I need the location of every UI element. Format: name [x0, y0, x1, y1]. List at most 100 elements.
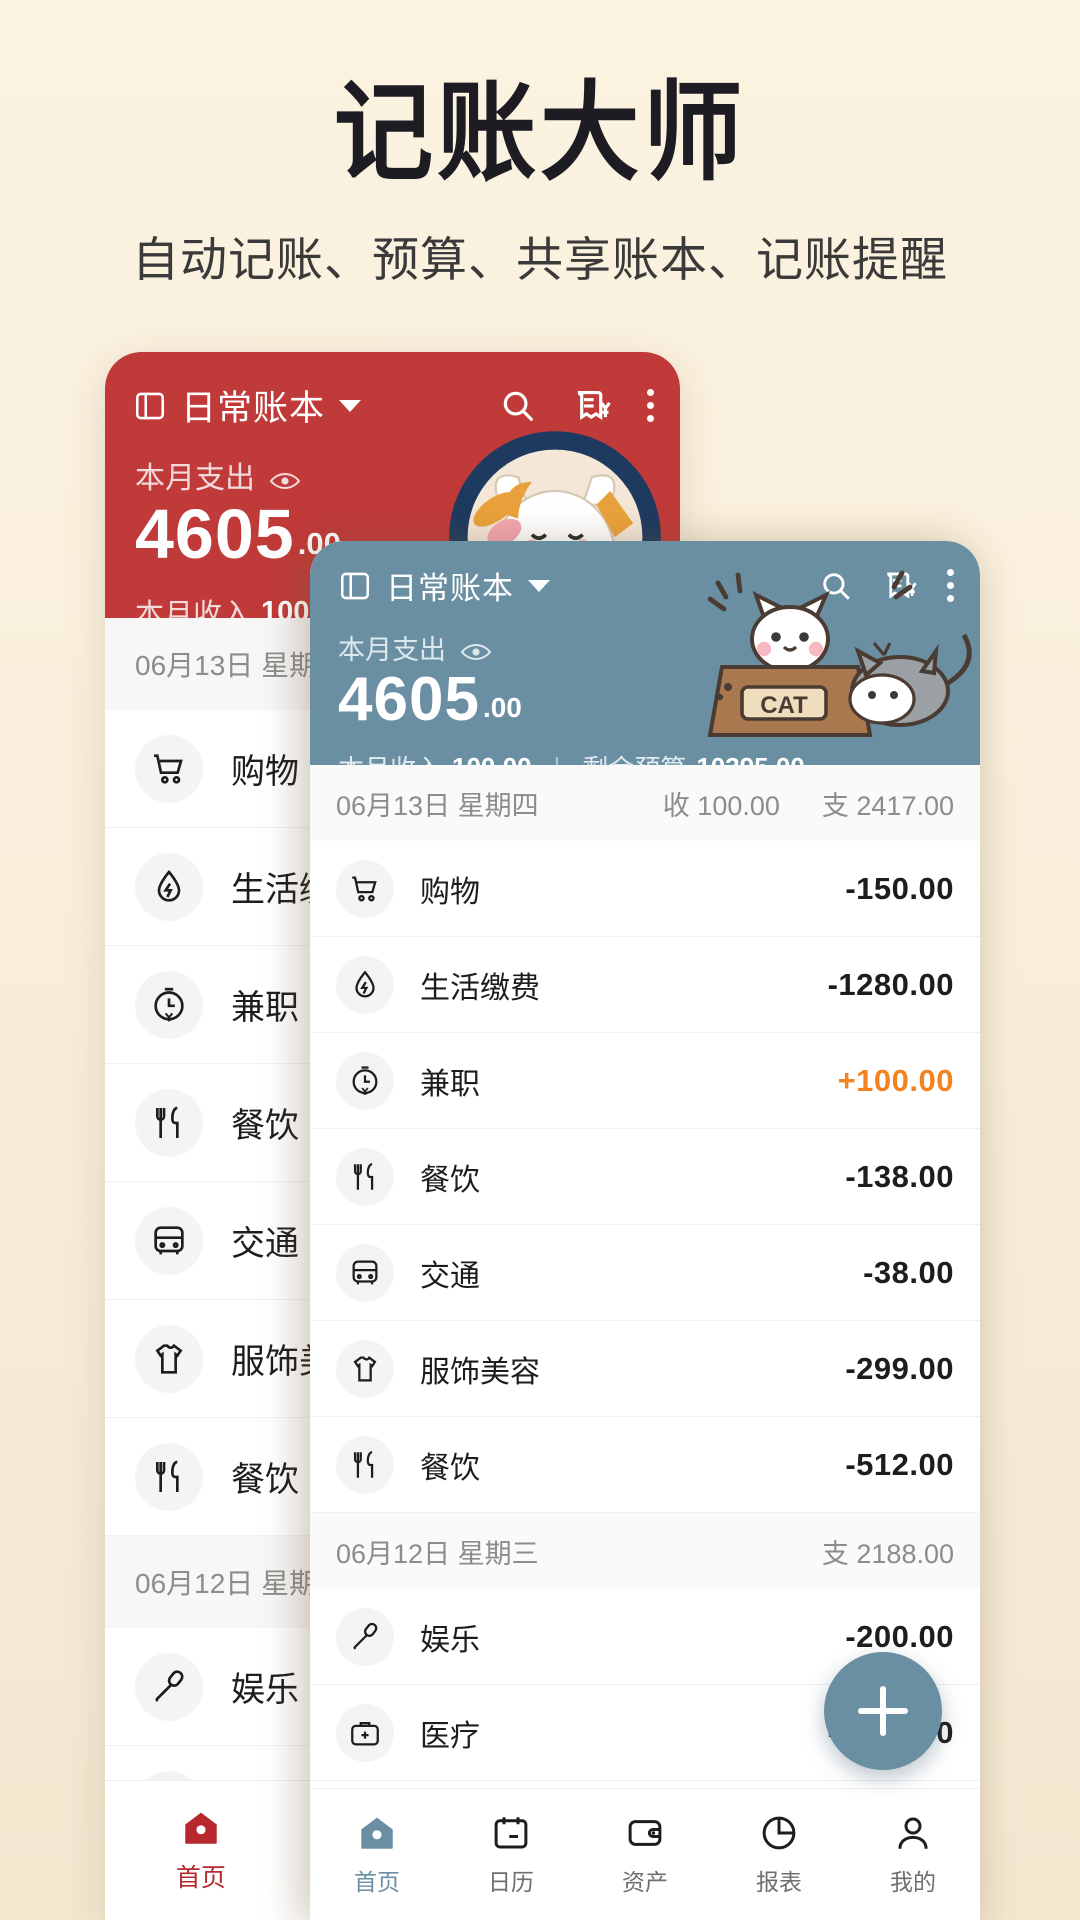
category-name: 餐饮 [231, 1452, 299, 1501]
category-name: 医疗 [420, 1711, 480, 1755]
category-name: 交通 [231, 1216, 299, 1265]
category-name: 餐饮 [420, 1443, 480, 1487]
day-summary: 收 100.00 支 2417.00 [663, 784, 954, 823]
nav-label: 首页 [354, 1863, 400, 1897]
book-icon[interactable] [338, 569, 372, 603]
eye-icon[interactable] [460, 638, 492, 658]
day-expense-total: 支 2417.00 [822, 784, 954, 823]
nav-item-assets[interactable]: 资产 [578, 1812, 712, 1897]
ledger-name[interactable]: 日常账本 [181, 380, 325, 431]
category-name: 兼职 [231, 980, 299, 1029]
bus-icon [336, 1244, 394, 1302]
day-date: 06月13日 星期四 [336, 784, 539, 823]
table-row[interactable]: 餐饮 -512.00 [310, 1417, 980, 1513]
nav-label: 首页 [176, 1858, 226, 1894]
nav-item-home[interactable]: 首页 [310, 1812, 444, 1897]
back-expense-label-row: 本月支出 [105, 431, 680, 497]
budget-label: 剩余预算 [582, 749, 686, 765]
cutlery-icon [135, 1089, 203, 1157]
amount: -138.00 [845, 1159, 954, 1195]
bus-icon [135, 1207, 203, 1275]
more-vertical-icon[interactable] [647, 389, 654, 422]
table-row[interactable]: 交通 -38.00 [310, 1225, 980, 1321]
front-phone-list: 06月13日 星期四 收 100.00 支 2417.00 购物 -150.00 [310, 765, 980, 1788]
medical-kit-icon [336, 1704, 394, 1762]
category-name: 购物 [420, 867, 480, 911]
shopping-cart-icon [336, 860, 394, 918]
receipt-yen-icon[interactable] [573, 387, 611, 425]
chevron-down-icon[interactable] [528, 580, 550, 592]
front-phone-toolbar: 日常账本 [310, 541, 980, 608]
expense-amount-integer: 4605 [338, 669, 480, 731]
category-name: 餐饮 [231, 1098, 299, 1147]
utility-drop-icon [135, 853, 203, 921]
receipt-yen-icon[interactable] [883, 569, 917, 603]
front-phone-header: 日常账本 [310, 541, 980, 765]
day-income-total: 收 100.00 [663, 784, 780, 823]
table-row[interactable]: 服饰美容 -299.00 [310, 1321, 980, 1417]
nav-item-reports[interactable]: 报表 [712, 1812, 846, 1897]
amount: -38.00 [863, 1255, 954, 1291]
row-separator: | [554, 752, 561, 765]
tshirt-icon [336, 1340, 394, 1398]
front-phone-mockup: 日常账本 [310, 541, 980, 1920]
phone-mockups: 日常账本 [0, 0, 1080, 1920]
day-header: 06月12日 星期三 支 2188.00 [310, 1513, 980, 1589]
cutlery-icon [336, 1436, 394, 1494]
front-phone-bottom-nav: 首页 日历 资产 报表 我的 [310, 1788, 980, 1920]
expense-amount-integer: 4605 [135, 499, 295, 569]
front-expense-amount: 4605 .00 [310, 667, 980, 731]
back-toolbar-actions [499, 387, 654, 425]
search-icon[interactable] [819, 569, 853, 603]
more-vertical-icon[interactable] [947, 569, 954, 602]
tshirt-icon [135, 1325, 203, 1393]
category-name: 餐饮 [420, 1155, 480, 1199]
cutlery-icon [336, 1148, 394, 1206]
search-icon[interactable] [499, 387, 537, 425]
category-name: 购物 [231, 744, 299, 793]
table-row[interactable]: 兼职 +100.00 [310, 1033, 980, 1129]
expense-label: 本月支出 [135, 453, 255, 497]
amount: -299.00 [845, 1351, 954, 1387]
income-label: 本月收入 [135, 591, 251, 618]
day-date: 06月12日 星期三 [336, 1532, 539, 1571]
nav-label: 资产 [622, 1863, 668, 1897]
amount: -1280.00 [828, 967, 954, 1003]
nav-label: 报表 [756, 1863, 802, 1897]
table-row[interactable]: 购物 -150.00 [310, 841, 980, 937]
expense-label: 本月支出 [338, 628, 446, 667]
amount: -150.00 [845, 871, 954, 907]
category-name: 娱乐 [231, 1662, 299, 1711]
category-name: 交通 [420, 1251, 480, 1295]
budget-value: 10395.00 [696, 752, 804, 765]
category-name: 生活缴费 [420, 963, 540, 1007]
day-expense-total: 支 2188.00 [822, 1532, 954, 1571]
microphone-icon [135, 1653, 203, 1721]
medical-kit-icon [135, 1771, 203, 1781]
shopping-cart-icon [135, 735, 203, 803]
table-row[interactable]: 餐饮 -138.00 [310, 1129, 980, 1225]
nav-item-profile[interactable]: 我的 [846, 1812, 980, 1897]
ledger-name[interactable]: 日常账本 [386, 563, 514, 608]
chevron-down-icon[interactable] [339, 400, 361, 412]
front-toolbar-actions [819, 569, 954, 603]
book-icon[interactable] [133, 389, 167, 423]
add-transaction-fab[interactable] [824, 1652, 942, 1770]
eye-icon[interactable] [269, 465, 301, 485]
front-expense-label-row: 本月支出 [310, 608, 980, 667]
table-row[interactable]: 生活缴费 -1280.00 [310, 937, 980, 1033]
amount: -512.00 [845, 1447, 954, 1483]
nav-label: 日历 [488, 1863, 534, 1897]
nav-item-home[interactable]: 首页 [105, 1807, 297, 1894]
amount: -200.00 [845, 1619, 954, 1655]
day-summary: 支 2188.00 [822, 1532, 954, 1571]
cutlery-icon [135, 1443, 203, 1511]
nav-item-calendar[interactable]: 日历 [444, 1812, 578, 1897]
microphone-icon [336, 1608, 394, 1666]
day-header: 06月13日 星期四 收 100.00 支 2417.00 [310, 765, 980, 841]
amount: +100.00 [838, 1063, 954, 1099]
income-label: 本月收入 [338, 749, 442, 765]
front-income-budget-row: 本月收入 100.00 | 剩余预算 10395.00 [310, 731, 980, 765]
nav-label: 我的 [890, 1863, 936, 1897]
category-name: 兼职 [420, 1059, 480, 1103]
